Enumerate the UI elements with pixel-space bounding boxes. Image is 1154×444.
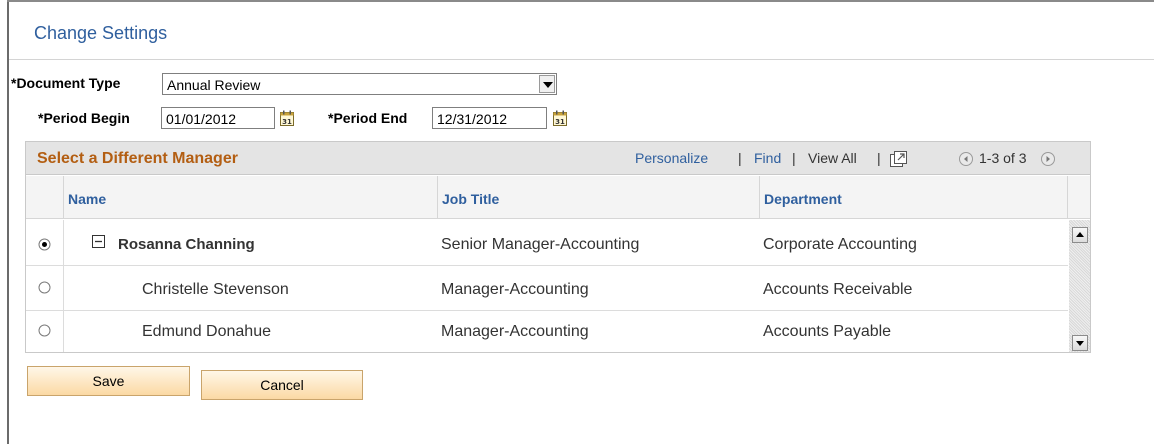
period-end-input[interactable]: 12/31/2012 bbox=[432, 107, 547, 129]
grid-header-bar: Select a Different Manager Personalize |… bbox=[26, 142, 1090, 175]
previous-arrow-icon[interactable] bbox=[959, 152, 973, 166]
manager-grid: Select a Different Manager Personalize |… bbox=[25, 141, 1091, 353]
personalize-link[interactable]: Personalize bbox=[635, 150, 708, 166]
row-job-title: Manager-Accounting bbox=[441, 281, 589, 298]
row-department: Accounts Payable bbox=[763, 323, 892, 340]
column-header-department[interactable]: Department bbox=[760, 176, 1068, 219]
collapse-minus-icon[interactable] bbox=[92, 235, 105, 248]
cancel-button[interactable]: Cancel bbox=[201, 370, 363, 400]
scroll-down-icon[interactable] bbox=[1072, 335, 1088, 351]
row-divider bbox=[26, 310, 1068, 311]
period-begin-input[interactable]: 01/01/2012 bbox=[161, 107, 275, 129]
nav-separator: | bbox=[877, 150, 881, 166]
svg-text:31: 31 bbox=[282, 118, 292, 126]
row-name: Edmund Donahue bbox=[142, 323, 271, 340]
window-left-border bbox=[7, 0, 9, 444]
find-link[interactable]: Find bbox=[754, 150, 781, 166]
row-job-title: Senior Manager-Accounting bbox=[441, 236, 640, 253]
nav-separator: | bbox=[792, 150, 796, 166]
save-button[interactable]: Save bbox=[27, 366, 190, 396]
period-end-label: *Period End bbox=[328, 110, 408, 126]
select-column-header bbox=[26, 176, 64, 219]
row-department: Corporate Accounting bbox=[763, 236, 917, 253]
dropdown-arrow-icon[interactable] bbox=[539, 75, 555, 93]
column-header-name[interactable]: Name bbox=[64, 176, 438, 219]
pagination-range: 1-3 of 3 bbox=[979, 150, 1027, 166]
svg-text:31: 31 bbox=[555, 118, 565, 126]
row-divider bbox=[26, 265, 1068, 266]
row-radio[interactable] bbox=[38, 324, 51, 337]
view-all-link[interactable]: View All bbox=[808, 150, 857, 166]
page-title: Change Settings bbox=[34, 23, 168, 43]
row-name: Christelle Stevenson bbox=[142, 281, 289, 298]
nav-separator: | bbox=[738, 150, 742, 166]
row-department: Accounts Receivable bbox=[763, 281, 913, 298]
scroll-column-header bbox=[1068, 176, 1090, 219]
scroll-up-icon[interactable] bbox=[1072, 227, 1088, 243]
row-radio[interactable] bbox=[38, 281, 51, 294]
document-type-value: Annual Review bbox=[167, 77, 261, 93]
row-name: Rosanna Channing bbox=[118, 236, 255, 253]
next-arrow-icon[interactable] bbox=[1041, 152, 1055, 166]
column-header-job-title[interactable]: Job Title bbox=[438, 176, 760, 219]
title-divider bbox=[9, 59, 1154, 60]
calendar-icon[interactable]: 31 bbox=[553, 110, 567, 126]
row-radio-selected[interactable] bbox=[38, 238, 51, 251]
document-type-label: *Document Type bbox=[11, 75, 121, 91]
grid-title: Select a Different Manager bbox=[37, 150, 238, 167]
column-divider bbox=[63, 220, 64, 352]
new-window-icon[interactable] bbox=[890, 151, 907, 167]
grid-scrollbar[interactable] bbox=[1069, 220, 1090, 352]
row-job-title: Manager-Accounting bbox=[441, 323, 589, 340]
window-top-border bbox=[7, 0, 1154, 2]
calendar-icon[interactable]: 31 bbox=[280, 110, 294, 126]
document-type-select[interactable]: Annual Review bbox=[162, 73, 557, 95]
period-begin-label: *Period Begin bbox=[38, 110, 130, 126]
